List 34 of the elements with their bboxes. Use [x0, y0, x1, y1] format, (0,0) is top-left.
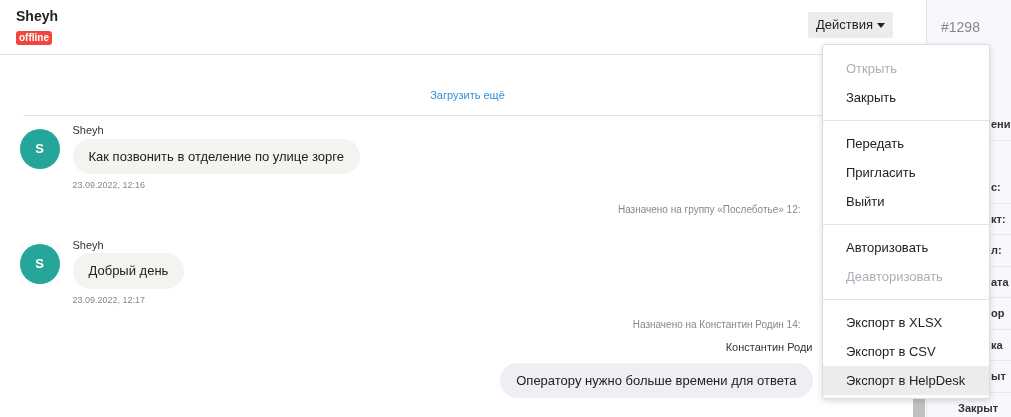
message-bubble: Добрый день: [72, 253, 185, 289]
caret-icon: [877, 23, 885, 29]
menu-item[interactable]: Выйти: [823, 187, 989, 216]
menu-item[interactable]: Передать: [823, 129, 989, 158]
menu-item[interactable]: Авторизовать: [823, 233, 989, 262]
field-label: ата: [991, 275, 1009, 288]
field-label: Закрыт: [958, 401, 998, 414]
message-bubble: Как позвонить в отделение по улице зорге: [72, 138, 360, 174]
system-message: Назначено на группу «Послеботье» 12:: [617, 204, 801, 215]
message-time: 23.09.2022, 12:16: [72, 179, 147, 192]
avatar-circle: S: [19, 129, 60, 169]
menu-item[interactable]: Экспорт в HelpDesk: [823, 366, 989, 395]
ticket-number: #1298: [940, 18, 981, 37]
author-name: Константин Роди: [725, 341, 813, 353]
menu-item[interactable]: Пригласить: [823, 158, 989, 187]
actions-button[interactable]: Действия: [808, 12, 893, 38]
field-label: л:: [991, 244, 1002, 256]
system-message: Назначено на Константин Родин 14:: [632, 318, 801, 330]
status-badge: offline: [16, 31, 52, 45]
field-label: кт:: [991, 212, 1006, 225]
author-name: Sheyh: [72, 123, 105, 138]
message-time: 23.09.2022, 12:17: [72, 293, 147, 307]
menu-item[interactable]: Экспорт в CSV: [823, 337, 989, 366]
avatar-circle: S: [19, 243, 60, 284]
message-bubble: Оператору нужно больше времени для ответа: [500, 362, 813, 398]
menu-item[interactable]: Экспорт в XLSX: [823, 308, 989, 337]
author-name: Sheyh: [72, 237, 105, 253]
field-label: ка: [991, 338, 1003, 351]
user-name: Sheyh: [16, 7, 58, 26]
field-label: с:: [991, 181, 1001, 193]
menu-item[interactable]: Закрыть: [823, 83, 989, 112]
field-label: ор: [991, 307, 1005, 319]
field-label: ыт: [991, 370, 1006, 382]
field-label: ени: [991, 118, 1011, 130]
